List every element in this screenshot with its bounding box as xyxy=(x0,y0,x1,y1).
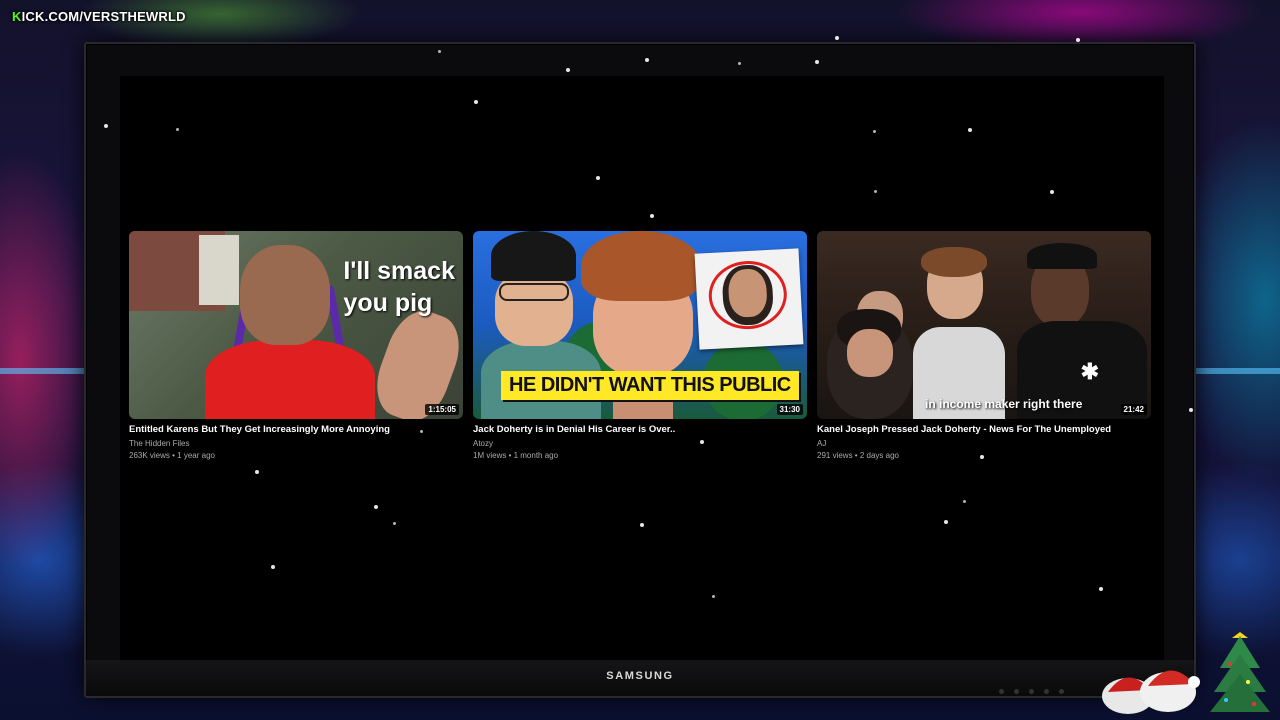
channel-name[interactable]: AJ xyxy=(817,439,1151,448)
video-title[interactable]: Jack Doherty is in Denial His Career is … xyxy=(473,424,807,435)
thumbnail-photo-cutout xyxy=(694,248,804,350)
video-thumbnail[interactable]: ✱ in income maker right there 21:42 xyxy=(817,231,1151,419)
thumbnail-hair xyxy=(581,231,701,301)
monitor-bezel: SAMSUNG xyxy=(86,660,1194,696)
santa-hats-decoration xyxy=(1102,670,1200,714)
snowflake xyxy=(738,62,741,65)
thumbnail-banner: HE DIDN'T WANT THIS PUBLIC xyxy=(501,371,799,400)
snowflake xyxy=(255,470,259,474)
snowflake xyxy=(873,130,876,133)
monitor-button xyxy=(1014,689,1019,694)
video-card[interactable]: ✱ in income maker right there 21:42 Kane… xyxy=(817,231,1151,460)
thumbnail-glasses xyxy=(499,283,569,301)
video-duration: 21:42 xyxy=(1120,404,1147,415)
snowflake xyxy=(1076,38,1080,42)
thumbnail-hair xyxy=(921,247,987,277)
monitor-button xyxy=(1044,689,1049,694)
snowflake xyxy=(374,505,378,509)
snowflake xyxy=(815,60,819,64)
channel-name[interactable]: Atozy xyxy=(473,439,807,448)
kick-logo-letter: K xyxy=(12,9,22,24)
snowflake xyxy=(1189,408,1193,412)
thumbnail-shirt-logo: ✱ xyxy=(1080,359,1099,384)
snowflake xyxy=(835,36,839,40)
snowflake xyxy=(104,124,108,128)
snowflake xyxy=(640,523,644,527)
thumbnail-beanie xyxy=(1027,243,1097,269)
christmas-tree-decoration xyxy=(1210,632,1270,712)
monitor-button xyxy=(1059,689,1064,694)
background-light-stripe xyxy=(0,368,84,374)
snowflake xyxy=(393,522,396,525)
snowflake xyxy=(438,50,441,53)
video-title[interactable]: Entitled Karens But They Get Increasingl… xyxy=(129,424,463,435)
thumbnail-caption: in income maker right there xyxy=(925,397,1083,411)
stream-watermark: KICK.COM/VERSTHEWRLD xyxy=(12,9,186,24)
snowflake xyxy=(968,128,972,132)
thumbnail-beanie xyxy=(491,231,576,281)
snowflake xyxy=(944,520,948,524)
thumbnail-face xyxy=(240,245,330,345)
thumbnail-shirt xyxy=(205,340,375,419)
snowflake xyxy=(474,100,478,104)
snowflake xyxy=(566,68,570,72)
video-duration: 31:30 xyxy=(776,404,803,415)
monitor-brand-logo: SAMSUNG xyxy=(606,670,674,682)
snowflake xyxy=(596,176,600,180)
snowflake xyxy=(874,190,877,193)
snowflake xyxy=(271,565,275,569)
video-card[interactable]: I'll smack you pig 1:15:05 Entitled Kare… xyxy=(129,231,463,460)
thumbnail-caption: I'll smack you pig xyxy=(343,257,455,317)
monitor-button xyxy=(999,689,1004,694)
snowflake xyxy=(176,128,179,131)
snowflake xyxy=(1099,587,1103,591)
video-meta: 263K views • 1 year ago xyxy=(129,451,215,460)
snowflake xyxy=(1050,190,1054,194)
video-meta: 1M views • 1 month ago xyxy=(473,451,559,460)
watermark-url: ICK.COM/VERSTHEWRLD xyxy=(21,9,186,24)
video-grid: I'll smack you pig 1:15:05 Entitled Kare… xyxy=(129,231,1151,460)
monitor-buttons xyxy=(999,689,1064,694)
snowflake xyxy=(645,58,649,62)
video-thumbnail[interactable]: HE DIDN'T WANT THIS PUBLIC 31:30 xyxy=(473,231,807,419)
snowflake xyxy=(712,595,715,598)
video-meta: 291 views • 2 days ago xyxy=(817,451,899,460)
video-title[interactable]: Kanel Joseph Pressed Jack Doherty - News… xyxy=(817,424,1151,435)
video-card[interactable]: HE DIDN'T WANT THIS PUBLIC 31:30 Jack Do… xyxy=(473,231,807,460)
thumbnail-face xyxy=(847,329,893,377)
video-duration: 1:15:05 xyxy=(425,404,459,415)
background-light-stripe xyxy=(1196,368,1280,374)
channel-name[interactable]: The Hidden Files xyxy=(129,439,463,448)
video-thumbnail[interactable]: I'll smack you pig 1:15:05 xyxy=(129,231,463,419)
snowflake xyxy=(963,500,966,503)
thumbnail-red-circle xyxy=(707,259,789,332)
monitor-button xyxy=(1029,689,1034,694)
snowflake xyxy=(650,214,654,218)
